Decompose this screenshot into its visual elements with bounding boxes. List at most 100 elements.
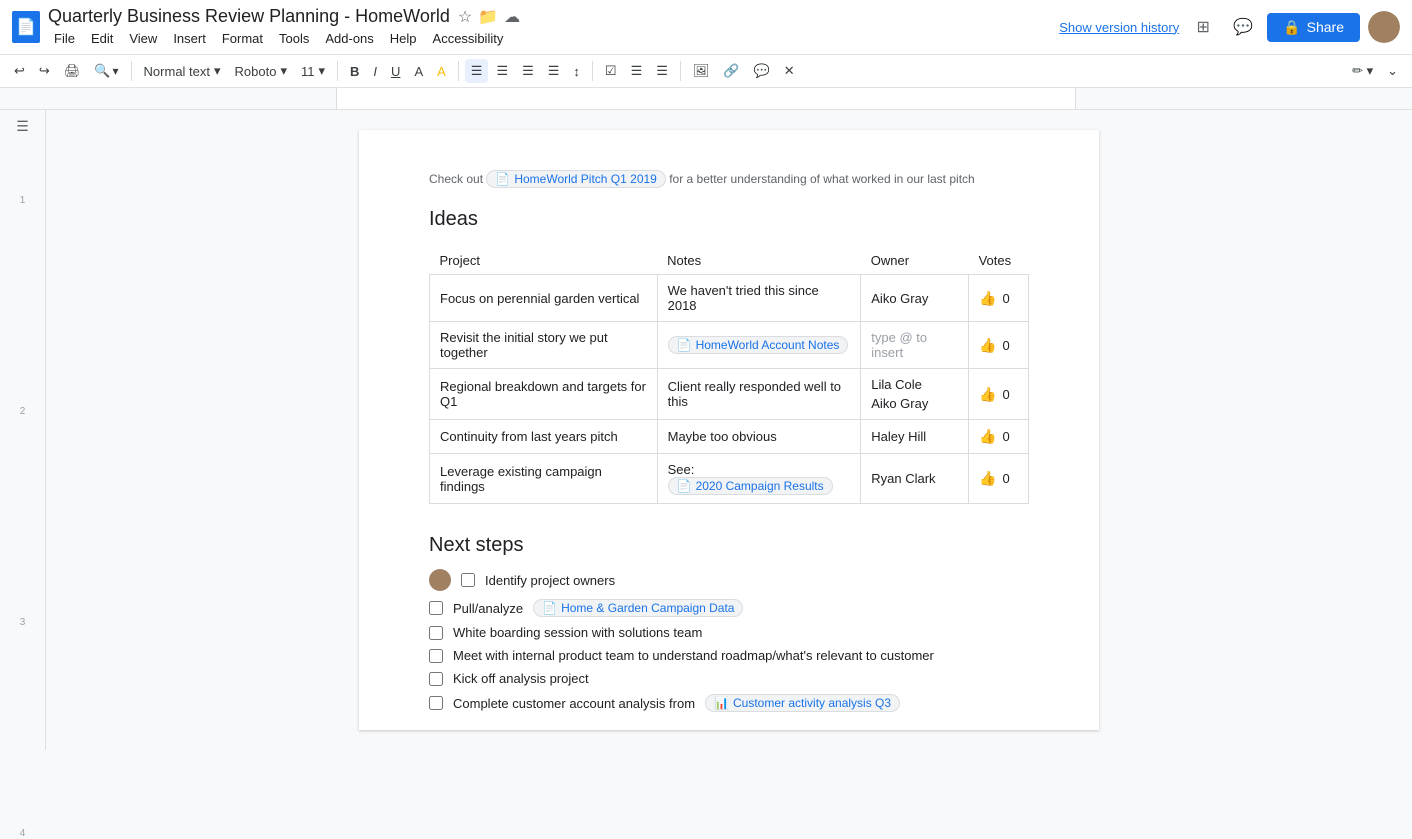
- style-select[interactable]: Normal text ▾: [138, 59, 227, 83]
- menu-file[interactable]: File: [48, 29, 81, 48]
- vote-thumb-3[interactable]: 👍: [979, 386, 996, 403]
- row2-project[interactable]: Revisit the initial story we put togethe…: [430, 322, 658, 369]
- underline-button[interactable]: U: [385, 60, 406, 83]
- folder-icon[interactable]: 📁: [478, 7, 498, 27]
- row5-project[interactable]: Leverage existing campaign findings: [430, 454, 658, 504]
- table-row: Leverage existing campaign findings See:…: [430, 454, 1029, 504]
- vote-thumb-1[interactable]: 👍: [979, 290, 996, 307]
- comments-button[interactable]: 💬: [1227, 11, 1259, 43]
- row1-project[interactable]: Focus on perennial garden vertical: [430, 275, 658, 322]
- separator-2: [337, 61, 338, 81]
- top-right-actions: Show version history ⊞ 💬 🔒 Share: [1059, 11, 1400, 43]
- cloud-icon[interactable]: ☁: [504, 7, 520, 27]
- app-icon: 📄: [12, 11, 40, 43]
- align-right-button[interactable]: ☰: [516, 59, 540, 83]
- list-item: White boarding session with solutions te…: [429, 625, 1029, 640]
- vote-thumb-4[interactable]: 👍: [979, 428, 996, 445]
- checklist-checkbox-4[interactable]: [429, 649, 443, 663]
- checklist-chip-icon-6: 📊: [714, 696, 729, 710]
- notes-chip-5[interactable]: 📄 2020 Campaign Results: [668, 477, 833, 495]
- menu-view[interactable]: View: [123, 29, 163, 48]
- menu-tools[interactable]: Tools: [273, 29, 315, 48]
- row5-votes: 👍 0: [969, 454, 1029, 504]
- redo-button[interactable]: ↪: [33, 59, 56, 83]
- row2-owner[interactable]: type @ to insert: [861, 322, 969, 369]
- align-center-button[interactable]: ☰: [490, 59, 514, 83]
- vote-thumb-2[interactable]: 👍: [979, 337, 996, 354]
- pitch-link-chip[interactable]: 📄 HomeWorld Pitch Q1 2019: [486, 170, 665, 188]
- notes-prefix-5: See:: [668, 462, 695, 477]
- text-color-button[interactable]: A: [408, 60, 429, 83]
- menu-edit[interactable]: Edit: [85, 29, 119, 48]
- checklist-checkbox-6[interactable]: [429, 696, 443, 710]
- layout-button[interactable]: ⊞: [1187, 11, 1219, 43]
- outline-icon[interactable]: ☰: [11, 118, 35, 135]
- left-panel: ☰ 1 2 3 4: [0, 110, 46, 750]
- menu-accessibility[interactable]: Accessibility: [427, 29, 510, 48]
- separator-5: [680, 61, 681, 81]
- toolbar: ↩ ↪ 🖨 🔍 ▾ Normal text ▾ Roboto ▾ 11 ▾ B …: [0, 55, 1412, 88]
- clear-formatting-button[interactable]: ✕: [778, 59, 801, 83]
- zoom-button[interactable]: 🔍 ▾: [88, 59, 124, 83]
- print-button[interactable]: 🖨: [58, 59, 87, 83]
- checklist-chip-text-2: Home & Garden Campaign Data: [561, 601, 734, 615]
- row2-votes: 👍 0: [969, 322, 1029, 369]
- menu-insert[interactable]: Insert: [167, 29, 212, 48]
- col-notes: Notes: [657, 247, 861, 275]
- menu-addons[interactable]: Add-ons: [319, 29, 379, 48]
- separator-3: [458, 61, 459, 81]
- user-avatar[interactable]: [1368, 11, 1400, 43]
- row3-project[interactable]: Regional breakdown and targets for Q1: [430, 369, 658, 420]
- checklist-checkbox-5[interactable]: [429, 672, 443, 686]
- menu-format[interactable]: Format: [216, 29, 269, 48]
- bold-button[interactable]: B: [344, 60, 365, 83]
- menu-help[interactable]: Help: [384, 29, 423, 48]
- list-item: Pull/analyze 📄 Home & Garden Campaign Da…: [429, 599, 1029, 617]
- separator-1: [131, 61, 132, 81]
- row4-project[interactable]: Continuity from last years pitch: [430, 420, 658, 454]
- vote-thumb-5[interactable]: 👍: [979, 470, 996, 487]
- checklist-checkbox-1[interactable]: [461, 573, 475, 587]
- version-history-link[interactable]: Show version history: [1059, 20, 1179, 35]
- share-button[interactable]: 🔒 Share: [1267, 13, 1360, 42]
- checklist-checkbox-2[interactable]: [429, 601, 443, 615]
- checklist-link-chip-2[interactable]: 📄 Home & Garden Campaign Data: [533, 599, 743, 617]
- insert-comment-button[interactable]: 💬: [748, 59, 776, 83]
- italic-button[interactable]: I: [367, 60, 383, 83]
- row1-votes: 👍 0: [969, 275, 1029, 322]
- size-select[interactable]: 11 ▾: [295, 59, 331, 83]
- row3-notes: Client really responded well to this: [657, 369, 861, 420]
- bullet-list-button[interactable]: ☰: [625, 59, 649, 83]
- highlight-button[interactable]: A: [431, 60, 452, 83]
- undo-button[interactable]: ↩: [8, 59, 31, 83]
- vote-count-4: 0: [1003, 429, 1010, 444]
- insert-link-button[interactable]: 🔗: [717, 59, 745, 83]
- font-chevron: ▾: [280, 63, 287, 79]
- list-item: Complete customer account analysis from …: [429, 694, 1029, 712]
- table-row: Regional breakdown and targets for Q1 Cl…: [430, 369, 1029, 420]
- page-num-3: 3: [20, 617, 26, 628]
- font-select[interactable]: Roboto ▾: [229, 59, 293, 83]
- col-project: Project: [430, 247, 658, 275]
- align-left-button[interactable]: ☰: [465, 59, 489, 83]
- vote-count-3: 0: [1003, 387, 1010, 402]
- checklist-checkbox-3[interactable]: [429, 626, 443, 640]
- style-chevron: ▾: [214, 63, 221, 79]
- line-spacing-button[interactable]: ↕: [567, 60, 586, 83]
- pitch-link-text: HomeWorld Pitch Q1 2019: [514, 172, 657, 186]
- numbered-list-button[interactable]: ☰: [650, 59, 674, 83]
- notes-chip-2[interactable]: 📄 HomeWorld Account Notes: [668, 336, 849, 354]
- star-icon[interactable]: ☆: [458, 7, 472, 27]
- checklist-text-4: Meet with internal product team to under…: [453, 648, 934, 663]
- checklist-button[interactable]: ☑: [599, 59, 623, 83]
- align-justify-button[interactable]: ☰: [542, 59, 566, 83]
- document-area: Check out 📄 HomeWorld Pitch Q1 2019 for …: [46, 110, 1412, 750]
- checklist-text-6: Complete customer account analysis from: [453, 696, 695, 711]
- top-bar: 📄 Quarterly Business Review Planning - H…: [0, 0, 1412, 55]
- pencil-mode-button[interactable]: ✏ ▾: [1346, 59, 1379, 83]
- page-num-2: 2: [20, 406, 26, 417]
- expand-button[interactable]: ⌄: [1381, 59, 1404, 83]
- checklist-link-chip-6[interactable]: 📊 Customer activity analysis Q3: [705, 694, 900, 712]
- insert-image-button[interactable]: 🖼: [687, 59, 716, 83]
- row4-notes: Maybe too obvious: [657, 420, 861, 454]
